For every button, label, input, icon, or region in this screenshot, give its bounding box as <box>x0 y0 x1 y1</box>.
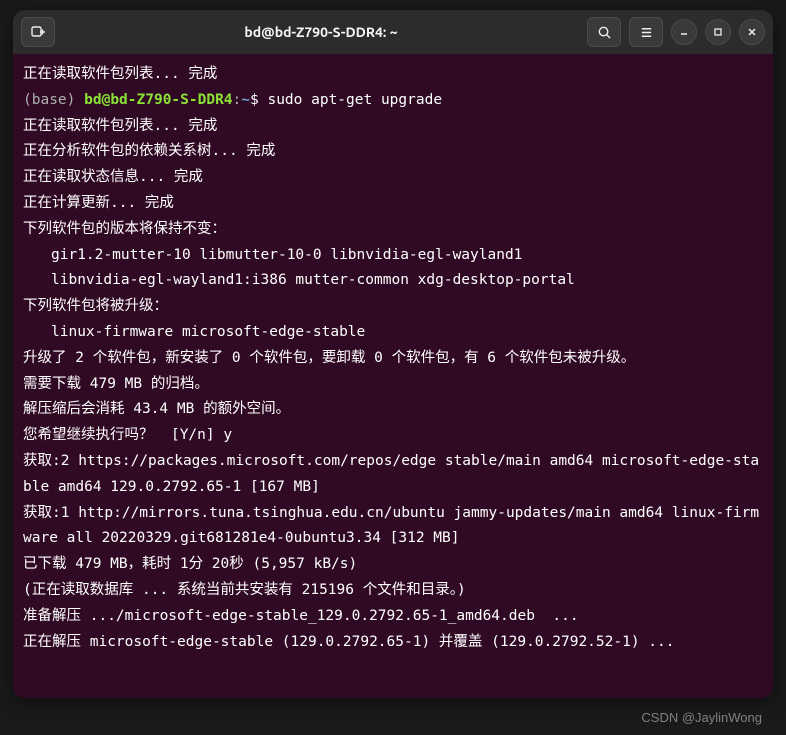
output-line: 正在读取状态信息... 完成 <box>23 165 763 191</box>
new-tab-icon <box>30 24 46 40</box>
titlebar: bd@bd-Z790-S-DDR4: ~ <box>13 10 773 54</box>
output-line: (正在读取数据库 ... 系统当前共安装有 215196 个文件和目录。) <box>23 578 763 604</box>
output-line: 升级了 2 个软件包，新安装了 0 个软件包，要卸载 0 个软件包，有 6 个软… <box>23 346 763 372</box>
search-icon <box>597 25 612 40</box>
hamburger-icon <box>639 25 654 40</box>
output-line: 已下载 479 MB，耗时 1分 20秒 (5,957 kB/s) <box>23 552 763 578</box>
ps1-dollar: $ <box>250 92 259 108</box>
watermark: CSDN @JaylinWong <box>641 710 762 725</box>
output-line: linux-firmware microsoft-edge-stable <box>23 320 763 346</box>
output-line: 获取:1 http://mirrors.tuna.tsinghua.edu.cn… <box>23 501 763 553</box>
maximize-icon <box>713 27 723 37</box>
window-title: bd@bd-Z790-S-DDR4: ~ <box>61 24 581 40</box>
menu-button[interactable] <box>629 17 663 47</box>
output-line: 正在读取软件包列表... 完成 <box>23 62 763 88</box>
output-line: 您希望继续执行吗？ [Y/n] y <box>23 423 763 449</box>
ps1-env: (base) <box>23 92 75 108</box>
command-text: sudo apt-get upgrade <box>267 92 442 108</box>
close-button[interactable] <box>739 19 765 45</box>
titlebar-right <box>587 17 765 47</box>
maximize-button[interactable] <box>705 19 731 45</box>
output-line: 正在解压 microsoft-edge-stable (129.0.2792.6… <box>23 630 763 656</box>
output-line: 获取:2 https://packages.microsoft.com/repo… <box>23 449 763 501</box>
output-line: 正在分析软件包的依赖关系树... 完成 <box>23 139 763 165</box>
output-line: 下列软件包的版本将保持不变： <box>23 217 763 243</box>
output-line: 正在读取软件包列表... 完成 <box>23 114 763 140</box>
terminal-window: bd@bd-Z790-S-DDR4: ~ <box>13 10 773 698</box>
output-line: libnvidia-egl-wayland1:i386 mutter-commo… <box>23 268 763 294</box>
new-tab-button[interactable] <box>21 17 55 47</box>
search-button[interactable] <box>587 17 621 47</box>
output-line: 解压缩后会消耗 43.4 MB 的额外空间。 <box>23 397 763 423</box>
terminal-body[interactable]: 正在读取软件包列表... 完成 (base) bd@bd-Z790-S-DDR4… <box>13 54 773 698</box>
output-line: gir1.2-mutter-10 libmutter-10-0 libnvidi… <box>23 243 763 269</box>
ps1-userhost: bd@bd-Z790-S-DDR4 <box>84 92 232 108</box>
output-line: 准备解压 .../microsoft-edge-stable_129.0.279… <box>23 604 763 630</box>
close-icon <box>747 27 757 37</box>
prompt-line: (base) bd@bd-Z790-S-DDR4:~$ sudo apt-get… <box>23 88 763 114</box>
output-line: 正在计算更新... 完成 <box>23 191 763 217</box>
ps1-path: ~ <box>241 92 250 108</box>
minimize-button[interactable] <box>671 19 697 45</box>
titlebar-left <box>21 17 55 47</box>
ps1-colon: : <box>233 92 242 108</box>
output-line: 下列软件包将被升级： <box>23 294 763 320</box>
output-line: 需要下载 479 MB 的归档。 <box>23 372 763 398</box>
minimize-icon <box>679 27 689 37</box>
